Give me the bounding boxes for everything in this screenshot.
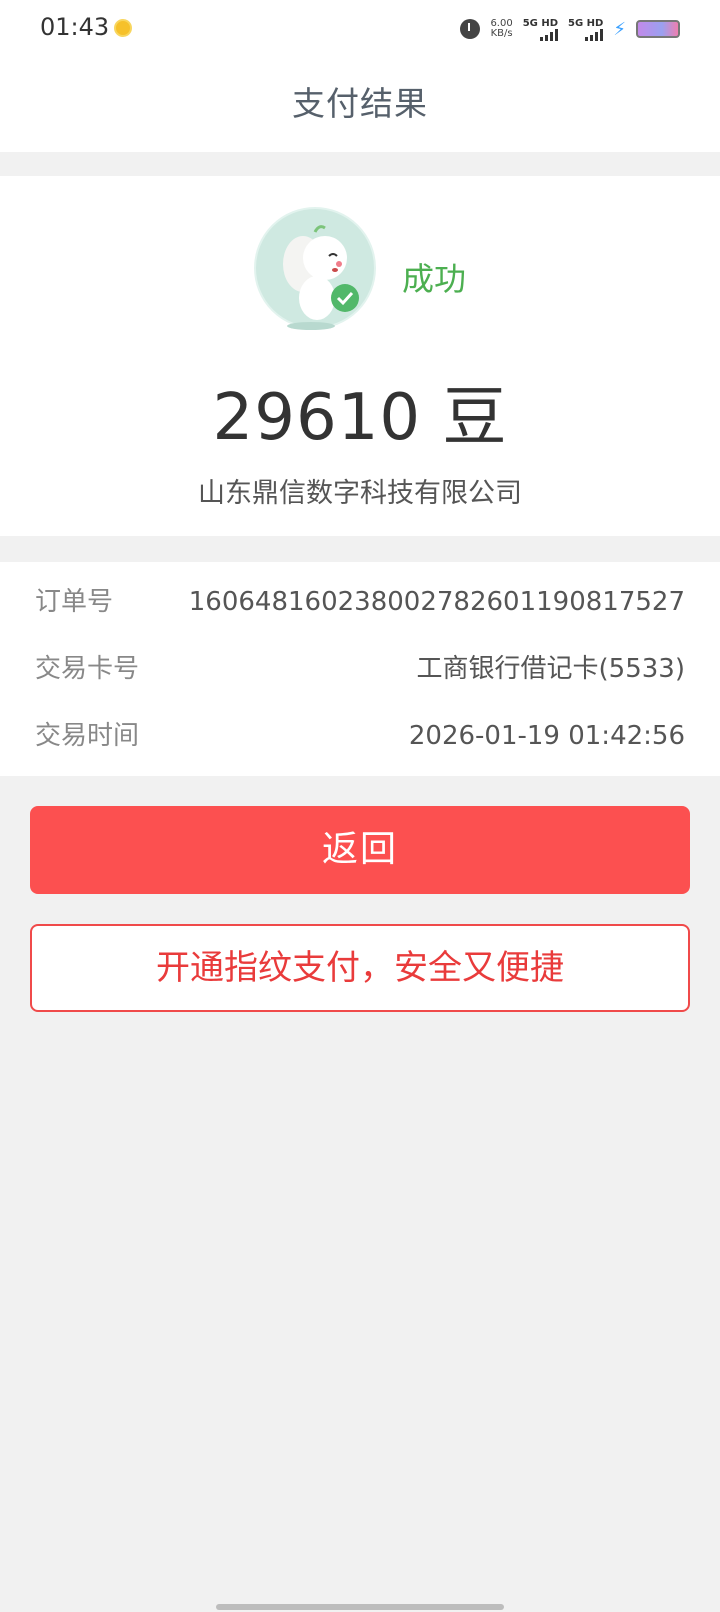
bolt-icon: ⚡ <box>613 18 626 40</box>
home-indicator[interactable] <box>216 1604 504 1610</box>
battery-icon <box>636 20 680 38</box>
coin-icon <box>114 19 132 37</box>
enable-fingerprint-button[interactable]: 开通指纹支付，安全又便捷 <box>30 924 690 1012</box>
merchant-name: 山东鼎信数字科技有限公司 <box>198 478 522 509</box>
payment-amount: 29610 豆 <box>212 381 508 455</box>
back-button[interactable]: 返回 <box>30 806 690 894</box>
transaction-time-row: 交易时间 2026-01-19 01:42:56 <box>35 716 685 756</box>
status-time: 01:43 <box>40 13 110 41</box>
net-speed: 6.00 KB/s <box>490 19 512 39</box>
card-number-value: 工商银行借记卡(5533) <box>416 654 685 684</box>
transaction-details: 订单号 16064816023800278260119081​7527 交易卡号… <box>0 562 720 776</box>
nav-bar: 支付结果 <box>0 56 720 152</box>
transaction-time-label: 交易时间 <box>35 721 140 751</box>
signal-icon <box>585 28 604 41</box>
card-number-row: 交易卡号 工商银行借记卡(5533) <box>35 649 685 689</box>
status-icons: 6.00 KB/s 5G HD 5G HD ⚡ <box>460 14 680 44</box>
net-speed-unit: KB/s <box>490 28 513 39</box>
transaction-time-value: 2026-01-19 01:42:56 <box>408 721 685 751</box>
signal-icon <box>540 28 559 41</box>
status-text: 成功 <box>402 260 467 298</box>
order-number-value: 16064816023800278260119081​7527 <box>188 587 685 617</box>
result-card: 成功 29610 豆 山东鼎信数字科技有限公司 <box>0 176 720 536</box>
sim1-label: 5G HD <box>522 17 559 29</box>
page-title: 支付结果 <box>292 84 428 123</box>
status-bar: 01:43 6.00 KB/s 5G HD 5G HD ⚡ <box>0 0 720 56</box>
alarm-icon <box>460 19 481 39</box>
sim2-signal: 5G HD <box>568 17 604 41</box>
order-number-row: 订单号 16064816023800278260119081​7527 <box>35 582 685 622</box>
mascot-icon <box>254 207 376 330</box>
order-number-label: 订单号 <box>35 587 114 617</box>
sim2-label: 5G HD <box>568 17 604 29</box>
card-number-label: 交易卡号 <box>35 654 140 684</box>
sim1-signal: 5G HD <box>522 17 559 41</box>
